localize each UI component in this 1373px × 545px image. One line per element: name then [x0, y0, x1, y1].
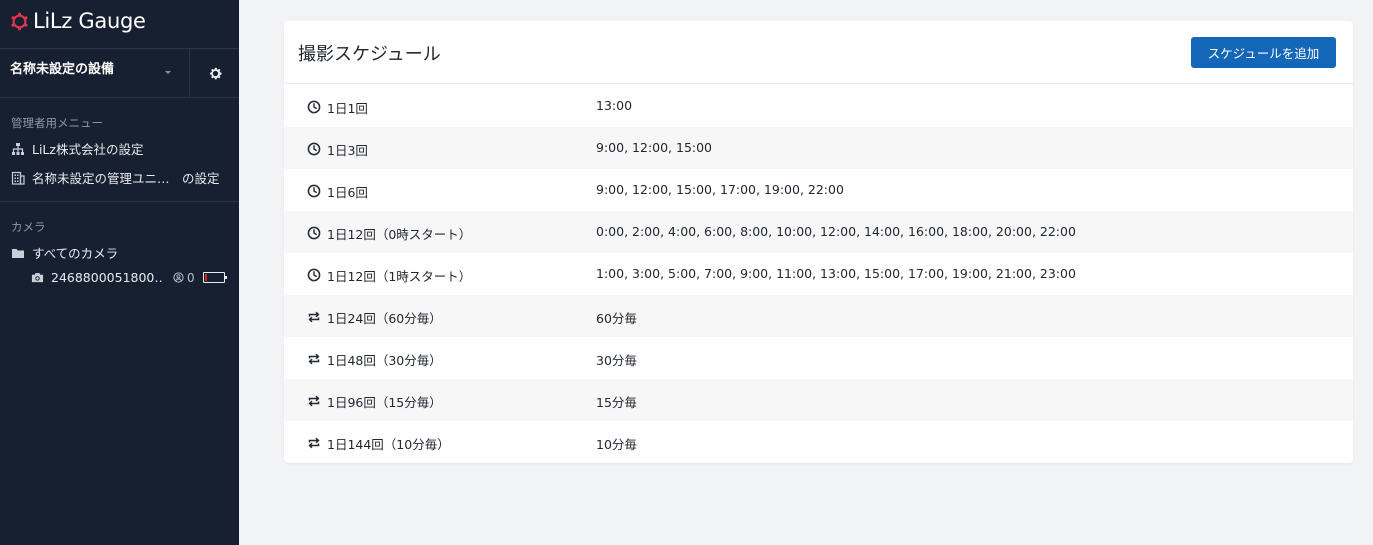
- repeat-icon: [307, 435, 321, 449]
- schedule-times: 9:00, 12:00, 15:00, 17:00, 19:00, 22:00: [596, 182, 844, 197]
- schedule-row[interactable]: 1日12回（0時スタート） 0:00, 2:00, 4:00, 6:00, 8:0…: [284, 211, 1353, 253]
- schedule-row[interactable]: 1日12回（1時スタート） 1:00, 3:00, 5:00, 7:00, 9:0…: [284, 253, 1353, 295]
- sidebar-item-label: LiLz株式会社の設定: [32, 142, 144, 157]
- settings-button[interactable]: [191, 49, 239, 97]
- camera-count: 0: [173, 271, 195, 285]
- gear-icon: [209, 67, 221, 79]
- repeat-icon: [307, 351, 321, 365]
- clock-icon: [307, 225, 321, 240]
- schedule-name: 1日96回（15分毎）: [327, 395, 442, 410]
- user-circle-icon: [173, 272, 184, 283]
- camera-count-value: 0: [187, 270, 195, 285]
- schedule-row[interactable]: 1日24回（60分毎） 60分毎: [284, 295, 1353, 337]
- clock-icon: [307, 99, 321, 114]
- sidebar-item-label: 名称未設定の管理ユニ… の設定: [32, 171, 220, 186]
- repeat-icon: [307, 393, 321, 407]
- page-title: 撮影スケジュール: [298, 44, 441, 65]
- schedule-row[interactable]: 1日96回（15分毎） 15分毎: [284, 379, 1353, 421]
- folder-icon: [12, 248, 24, 258]
- schedule-name: 1日12回（0時スタート）: [327, 227, 472, 242]
- building-icon: [11, 171, 25, 185]
- admin-section-label: 管理者用メニュー: [11, 116, 103, 130]
- sidebar-item-org-settings[interactable]: LiLz株式会社の設定: [11, 139, 143, 158]
- schedule-times: 13:00: [596, 98, 633, 113]
- repeat-icon: [307, 309, 321, 323]
- schedule-name: 1日6回: [327, 185, 368, 200]
- schedule-row[interactable]: 1日1回 13:00: [284, 85, 1353, 127]
- battery-level-fill: [204, 274, 207, 281]
- sidebar-divider: [0, 201, 239, 202]
- schedule-card: 撮影スケジュール スケジュールを追加 1日1回 13:00 1日3回 9:00, 12…: [284, 21, 1353, 463]
- device-row: 名称未設定の設備: [0, 48, 239, 98]
- schedule-name: 1日144回（10分毎）: [327, 437, 450, 452]
- battery-icon: [202, 272, 227, 283]
- schedule-times: 9:00, 12:00, 15:00: [596, 140, 713, 155]
- schedule-row[interactable]: 1日48回（30分毎） 30分毎: [284, 337, 1353, 379]
- schedule-name: 1日3回: [327, 143, 368, 158]
- device-name: 名称未設定の設備: [10, 62, 115, 77]
- sitemap-icon: [12, 142, 24, 155]
- lilz-logo-icon: [11, 12, 28, 30]
- schedule-times: 15分毎: [596, 395, 637, 410]
- schedule-row[interactable]: 1日6回 9:00, 12:00, 15:00, 17:00, 19:00, 22…: [284, 169, 1353, 211]
- schedule-times: 0:00, 2:00, 4:00, 6:00, 8:00, 10:00, 12:…: [596, 224, 1076, 239]
- camera-section-label: カメラ: [11, 220, 46, 234]
- schedule-times: 10分毎: [596, 437, 637, 452]
- schedule-list: 1日1回 13:00 1日3回 9:00, 12:00, 15:00 1日6回 9:00,…: [284, 85, 1353, 463]
- logo-text: LiLz Gauge: [33, 9, 146, 33]
- sidebar-item-unit-settings[interactable]: 名称未設定の管理ユニ… の設定: [11, 168, 220, 187]
- sidebar: LiLz Gauge 名称未設定の設備 管理者用メニュー LiLz株式会社の設定: [0, 0, 239, 545]
- device-select[interactable]: 名称未設定の設備: [0, 49, 190, 97]
- sidebar-item-label: すべてのカメラ: [32, 246, 119, 261]
- schedule-name: 1日24回（60分毎）: [327, 311, 442, 326]
- schedule-times: 60分毎: [596, 311, 637, 326]
- schedule-name: 1日1回: [327, 101, 368, 116]
- schedule-name: 1日48回（30分毎）: [327, 353, 442, 368]
- sidebar-item-all-cameras[interactable]: すべてのカメラ: [11, 243, 118, 262]
- camera-icon: [31, 273, 44, 283]
- schedule-times: 1:00, 3:00, 5:00, 7:00, 9:00, 11:00, 13:…: [596, 266, 1076, 281]
- schedule-name: 1日12回（1時スタート）: [327, 269, 472, 284]
- schedule-row[interactable]: 1日3回 9:00, 12:00, 15:00: [284, 127, 1353, 169]
- caret-down-icon: [165, 71, 171, 74]
- clock-icon: [307, 183, 321, 198]
- add-schedule-button[interactable]: スケジュールを追加: [1191, 37, 1336, 68]
- camera-id: 2468800051800…: [51, 270, 163, 285]
- schedule-times: 30分毎: [596, 353, 637, 368]
- schedule-row[interactable]: 1日144回（10分毎） 10分毎: [284, 421, 1353, 463]
- clock-icon: [307, 141, 321, 156]
- clock-icon: [307, 267, 321, 282]
- sidebar-item-camera[interactable]: 2468800051800… 0: [31, 270, 227, 285]
- app-logo[interactable]: LiLz Gauge: [10, 8, 146, 34]
- card-header: 撮影スケジュール スケジュールを追加: [284, 21, 1353, 84]
